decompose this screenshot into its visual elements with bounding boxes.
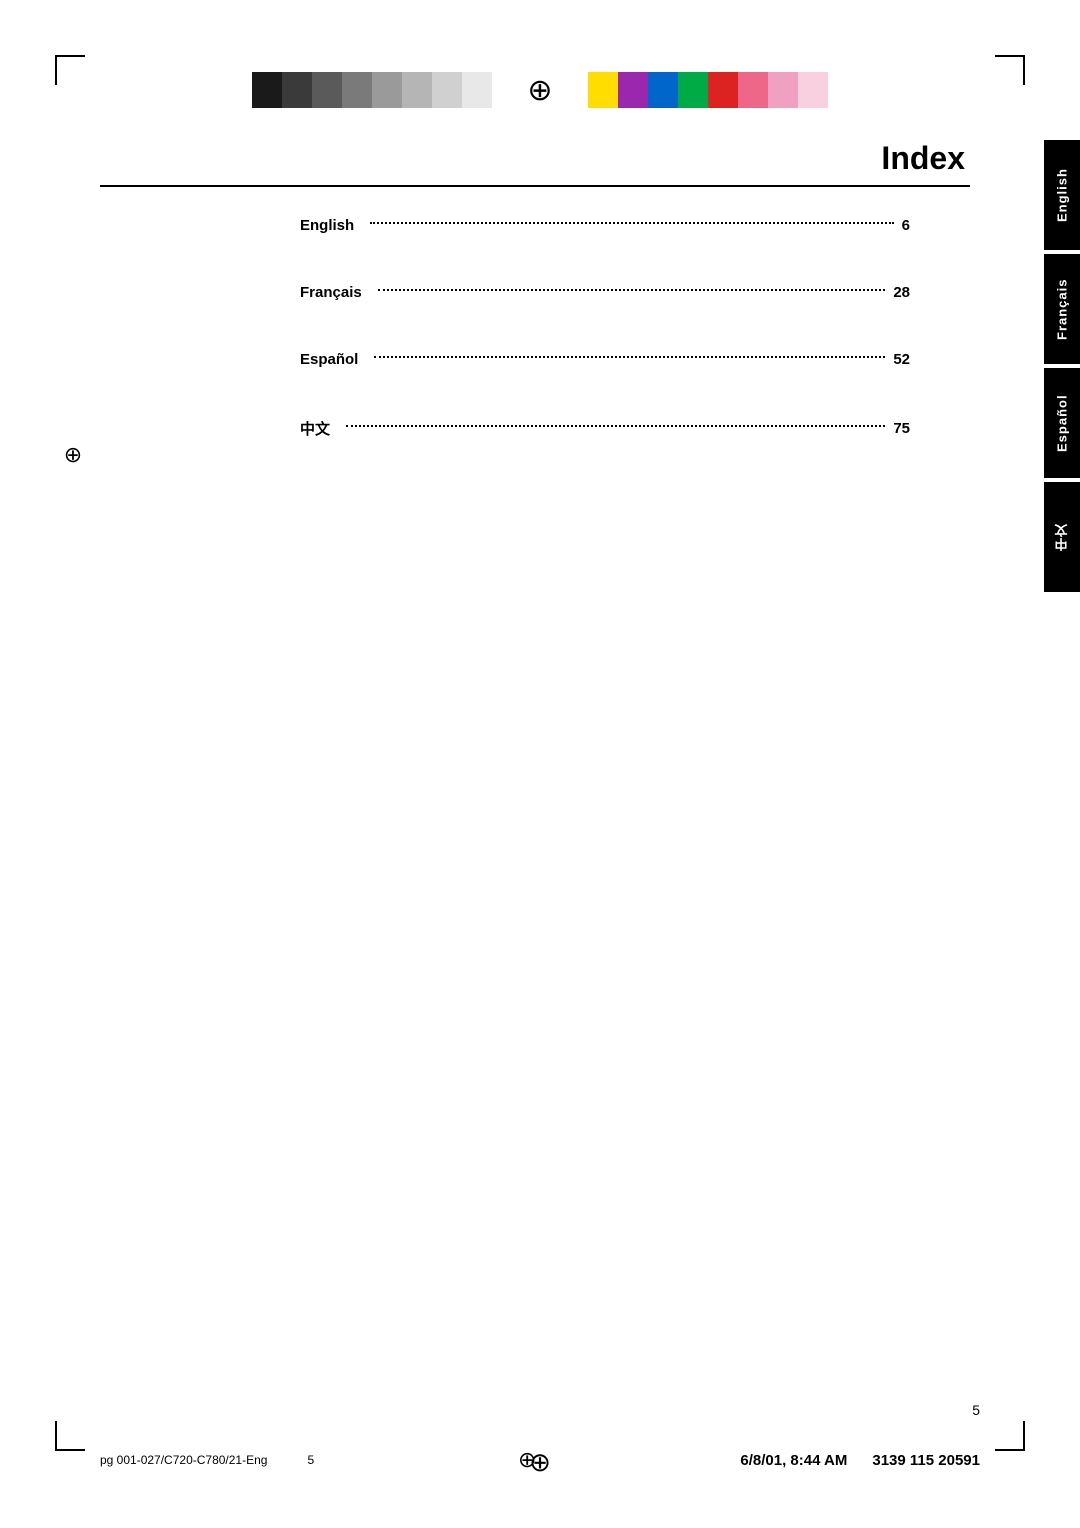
color-block — [312, 72, 342, 108]
side-tab-[interactable]: 中文 — [1044, 482, 1080, 592]
entry-page: 75 — [893, 420, 910, 437]
index-entry: 中文 75 — [300, 418, 910, 439]
side-tab-espaol[interactable]: Español — [1044, 368, 1080, 478]
color-block — [768, 72, 798, 108]
index-entry: Español 52 — [300, 351, 910, 368]
footer-product-code: 3139 115 20591 — [872, 1452, 980, 1469]
entry-label: English — [300, 217, 354, 234]
reg-mark-left: ⊕ — [58, 440, 88, 470]
title-rule — [100, 185, 970, 187]
color-block — [462, 72, 492, 108]
footer-left: pg 001-027/C720-C780/21-Eng 5 — [100, 1453, 314, 1467]
color-strip-left — [252, 72, 492, 108]
color-block — [282, 72, 312, 108]
entry-dots — [346, 425, 885, 427]
color-block — [432, 72, 462, 108]
top-bar — [0, 60, 1080, 120]
color-block — [402, 72, 432, 108]
color-block — [648, 72, 678, 108]
color-strip-right — [588, 72, 828, 108]
center-crosshair — [522, 72, 558, 108]
entry-dots — [374, 356, 885, 358]
color-block — [252, 72, 282, 108]
entry-page: 28 — [893, 284, 910, 301]
entry-dots — [378, 289, 886, 291]
footer-right: 6/8/01, 8:44 AM 3139 115 20591 — [740, 1452, 980, 1469]
color-block — [678, 72, 708, 108]
footer-doc-ref: pg 001-027/C720-C780/21-Eng — [100, 1453, 267, 1467]
color-block — [738, 72, 768, 108]
page-number: 5 — [972, 1402, 980, 1418]
index-entries: English 6 Français 28 Español 52 中文 75 — [100, 217, 970, 439]
side-tab-franais[interactable]: Français — [1044, 254, 1080, 364]
corner-bracket-bl — [55, 1421, 85, 1451]
main-content: Index English 6 Français 28 Español 52 中文 75 — [100, 140, 970, 489]
entry-label: 中文 — [300, 418, 330, 439]
corner-bracket-br — [995, 1421, 1025, 1451]
index-entry: English 6 — [300, 217, 910, 234]
page-title: Index — [100, 140, 970, 177]
entry-label: Français — [300, 284, 362, 301]
index-entry: Français 28 — [300, 284, 910, 301]
footer-page-num: 5 — [307, 1453, 314, 1467]
color-block — [588, 72, 618, 108]
side-tab-english[interactable]: English — [1044, 140, 1080, 250]
color-block — [372, 72, 402, 108]
entry-page: 6 — [902, 217, 910, 234]
entry-label: Español — [300, 351, 358, 368]
side-tabs: English Français Español 中文 — [1044, 140, 1080, 596]
footer: pg 001-027/C720-C780/21-Eng 5 ⊕ 6/8/01, … — [100, 1447, 980, 1473]
color-block — [342, 72, 372, 108]
color-block — [618, 72, 648, 108]
footer-center: ⊕ — [518, 1447, 536, 1473]
footer-timestamp: 6/8/01, 8:44 AM — [740, 1452, 847, 1469]
color-block — [798, 72, 828, 108]
entry-dots — [370, 222, 893, 224]
footer-crosshair: ⊕ — [518, 1447, 536, 1472]
entry-page: 52 — [893, 351, 910, 368]
color-block — [708, 72, 738, 108]
